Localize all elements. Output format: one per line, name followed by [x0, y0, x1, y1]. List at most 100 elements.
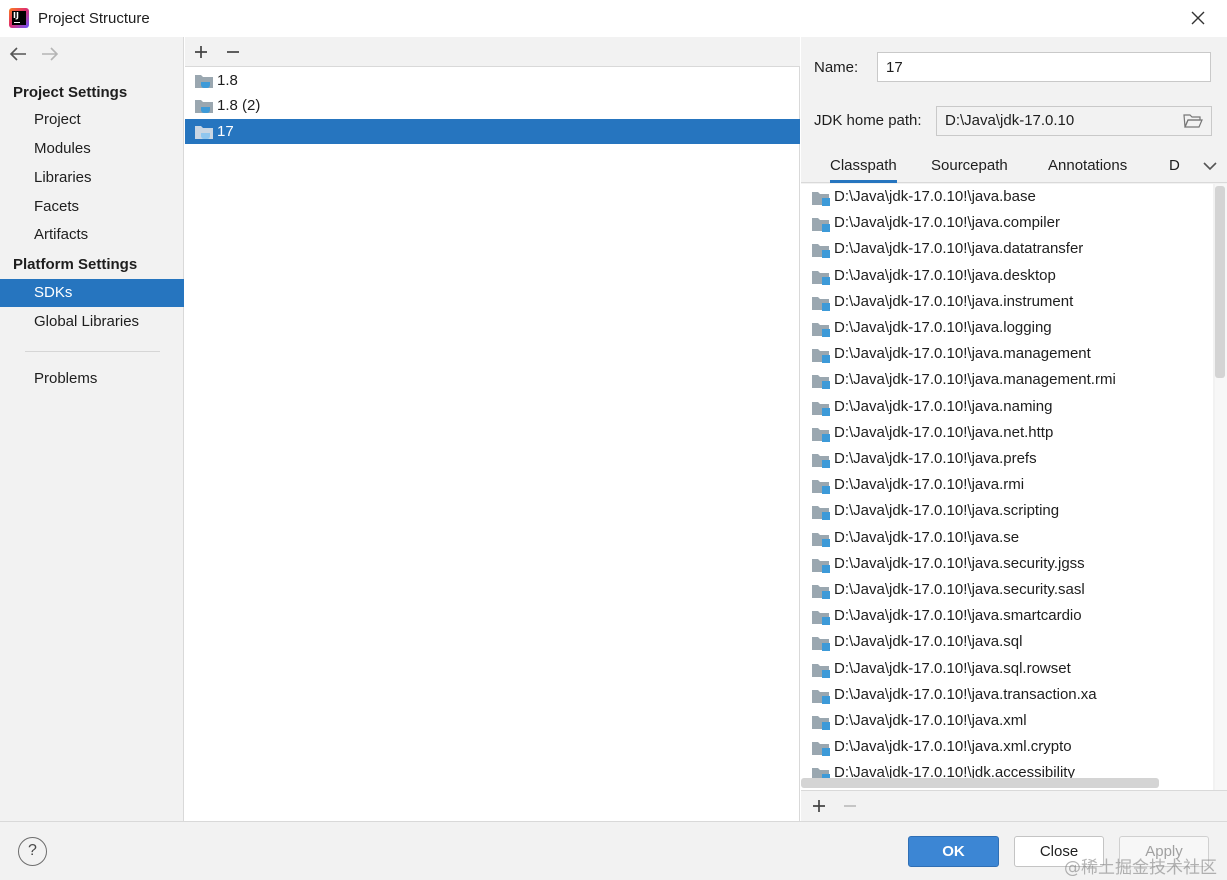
- classpath-entry-label: D:\Java\jdk-17.0.10!\java.security.sasl: [834, 581, 1085, 598]
- sdk-item-label: 17: [217, 123, 234, 140]
- tab-sourcepath[interactable]: Sourcepath: [931, 157, 1008, 183]
- classpath-entry[interactable]: D:\Java\jdk-17.0.10!\java.datatransfer: [801, 236, 1213, 262]
- dialog-button-bar: ? OK Close Apply @稀土掘金技术社区: [0, 821, 1227, 880]
- vertical-scrollbar[interactable]: [1215, 184, 1227, 790]
- back-arrow-icon[interactable]: [8, 45, 28, 63]
- tab-documentation[interactable]: D: [1169, 157, 1180, 183]
- classpath-entry-label: D:\Java\jdk-17.0.10!\java.se: [834, 528, 1020, 546]
- classpath-entry[interactable]: D:\Java\jdk-17.0.10!\java.desktop: [801, 263, 1213, 289]
- add-classpath-icon[interactable]: [809, 796, 829, 816]
- remove-classpath-icon[interactable]: [840, 796, 860, 816]
- classpath-entry[interactable]: D:\Java\jdk-17.0.10!\java.logging: [801, 315, 1213, 341]
- classpath-entry-label: D:\Java\jdk-17.0.10!\java.management: [834, 345, 1091, 363]
- nav-separator: [25, 351, 160, 352]
- nav-item-project[interactable]: Project: [0, 106, 184, 134]
- nav-item-facets[interactable]: Facets: [0, 193, 184, 221]
- window-title: Project Structure: [38, 10, 150, 27]
- jar-module-icon: [812, 716, 830, 730]
- classpath-entry[interactable]: D:\Java\jdk-17.0.10!\java.smartcardio: [801, 603, 1213, 629]
- jdk-folder-icon: [195, 100, 213, 113]
- jar-module-icon: [812, 637, 830, 652]
- remove-sdk-icon[interactable]: [223, 42, 243, 62]
- jdk-home-path-field[interactable]: D:\Java\jdk-17.0.10: [936, 106, 1212, 136]
- tab-classpath[interactable]: Classpath: [830, 157, 897, 183]
- jar-module-icon: [812, 192, 830, 206]
- jar-module-icon: [812, 585, 830, 599]
- classpath-entry[interactable]: D:\Java\jdk-17.0.10!\java.rmi: [801, 472, 1213, 498]
- classpath-entry[interactable]: D:\Java\jdk-17.0.10!\java.security.sasl: [801, 577, 1213, 603]
- jar-module-icon: [812, 689, 830, 704]
- classpath-entry-label: D:\Java\jdk-17.0.10!\java.naming: [834, 397, 1053, 415]
- classpath-entry-label: D:\Java\jdk-17.0.10!\java.datatransfer: [834, 240, 1084, 258]
- jar-module-icon: [812, 401, 830, 416]
- classpath-entry[interactable]: D:\Java\jdk-17.0.10!\java.net.http: [801, 420, 1213, 446]
- jar-module-icon: [812, 375, 830, 390]
- sdk-list-panel: 1.8 1.8 (2) 17: [185, 37, 800, 821]
- sdk-details-panel: Name: JDK home path: D:\Java\jdk-17.0.10…: [801, 37, 1227, 821]
- classpath-entry-label: D:\Java\jdk-17.0.10!\java.logging: [834, 319, 1052, 336]
- sdk-item-1-8-2[interactable]: 1.8 (2): [185, 93, 800, 118]
- horizontal-scrollbar-thumb[interactable]: [801, 778, 1159, 788]
- help-button[interactable]: ?: [18, 837, 47, 866]
- chevron-down-icon[interactable]: [1201, 159, 1219, 173]
- classpath-entry[interactable]: D:\Java\jdk-17.0.10!\java.prefs: [801, 446, 1213, 472]
- classpath-entry[interactable]: D:\Java\jdk-17.0.10!\java.se: [801, 525, 1213, 551]
- settings-sidebar: Project Settings Project Modules Librari…: [0, 37, 184, 821]
- ok-button[interactable]: OK: [908, 836, 999, 867]
- jdk-home-label: JDK home path:: [814, 112, 922, 129]
- classpath-entry-label: D:\Java\jdk-17.0.10!\java.compiler: [834, 214, 1060, 232]
- classpath-entry[interactable]: D:\Java\jdk-17.0.10!\java.instrument: [801, 289, 1213, 315]
- jar-module-icon: [812, 663, 830, 678]
- classpath-entry[interactable]: D:\Java\jdk-17.0.10!\java.base: [801, 184, 1213, 210]
- classpath-entry[interactable]: D:\Java\jdk-17.0.10!\java.sql.rowset: [801, 656, 1213, 682]
- classpath-entry-label: D:\Java\jdk-17.0.10!\java.management.rmi: [834, 371, 1116, 389]
- watermark: @稀土掘金技术社区: [1064, 858, 1217, 878]
- classpath-entry[interactable]: D:\Java\jdk-17.0.10!\java.scripting: [801, 498, 1213, 524]
- sdk-item-1-8[interactable]: 1.8: [185, 68, 800, 93]
- nav-item-problems[interactable]: Problems: [0, 365, 184, 393]
- sdk-item-17[interactable]: 17: [185, 119, 800, 144]
- jar-module-icon: [812, 742, 830, 757]
- classpath-entry[interactable]: D:\Java\jdk-17.0.10!\java.naming: [801, 394, 1213, 420]
- jar-module-icon: [812, 349, 830, 364]
- jar-module-icon: [812, 611, 830, 626]
- classpath-entry-label: D:\Java\jdk-17.0.10!\java.sql: [834, 633, 1023, 651]
- nav-item-global-libraries[interactable]: Global Libraries: [0, 308, 184, 336]
- classpath-entry[interactable]: D:\Java\jdk-17.0.10!\java.security.jgss: [801, 551, 1213, 577]
- close-window-icon[interactable]: [1186, 6, 1210, 30]
- forward-arrow-icon[interactable]: [40, 45, 60, 63]
- sdk-name-input[interactable]: [877, 52, 1211, 82]
- sdk-item-label: 1.8 (2): [217, 97, 261, 114]
- classpath-entry[interactable]: D:\Java\jdk-17.0.10!\java.xml.crypto: [801, 734, 1213, 760]
- platform-settings-header: Platform Settings: [13, 256, 138, 273]
- sdk-list-toolbar: [185, 37, 800, 67]
- classpath-entry-label: D:\Java\jdk-17.0.10!\java.prefs: [834, 450, 1037, 467]
- jdk-home-path-value: D:\Java\jdk-17.0.10: [945, 112, 1075, 129]
- classpath-entry[interactable]: D:\Java\jdk-17.0.10!\java.xml: [801, 708, 1213, 734]
- classpath-entry[interactable]: D:\Java\jdk-17.0.10!\java.transaction.xa: [801, 682, 1213, 708]
- nav-item-artifacts[interactable]: Artifacts: [0, 221, 184, 249]
- jar-module-icon: [812, 532, 830, 547]
- classpath-entry-label: D:\Java\jdk-17.0.10!\java.scripting: [834, 502, 1060, 520]
- classpath-entry[interactable]: D:\Java\jdk-17.0.10!\java.compiler: [801, 210, 1213, 236]
- nav-item-modules[interactable]: Modules: [0, 135, 184, 163]
- jar-module-icon: [812, 270, 830, 285]
- vertical-scrollbar-thumb[interactable]: [1215, 186, 1225, 378]
- classpath-entry-label: D:\Java\jdk-17.0.10!\java.rmi: [834, 476, 1025, 494]
- classpath-entry-label: D:\Java\jdk-17.0.10!\java.xml.crypto: [834, 738, 1072, 756]
- jar-module-icon: [812, 244, 830, 259]
- jar-module-icon: [812, 480, 830, 495]
- add-sdk-icon[interactable]: [191, 42, 211, 62]
- nav-item-sdks[interactable]: SDKs: [0, 279, 184, 307]
- browse-folder-icon[interactable]: [1183, 112, 1203, 130]
- classpath-entry-label: D:\Java\jdk-17.0.10!\java.base: [834, 188, 1036, 205]
- classpath-entry[interactable]: D:\Java\jdk-17.0.10!\java.management: [801, 341, 1213, 367]
- classpath-entry-label: D:\Java\jdk-17.0.10!\java.instrument: [834, 292, 1074, 310]
- classpath-entry[interactable]: D:\Java\jdk-17.0.10!\java.sql: [801, 629, 1213, 655]
- project-settings-header: Project Settings: [13, 84, 128, 101]
- jar-module-icon: [812, 454, 830, 468]
- tab-annotations[interactable]: Annotations: [1048, 157, 1127, 183]
- classpath-entry[interactable]: D:\Java\jdk-17.0.10!\java.management.rmi: [801, 367, 1213, 393]
- nav-item-libraries[interactable]: Libraries: [0, 164, 184, 192]
- classpath-list[interactable]: D:\Java\jdk-17.0.10!\java.base D:\Java\jd…: [801, 184, 1213, 790]
